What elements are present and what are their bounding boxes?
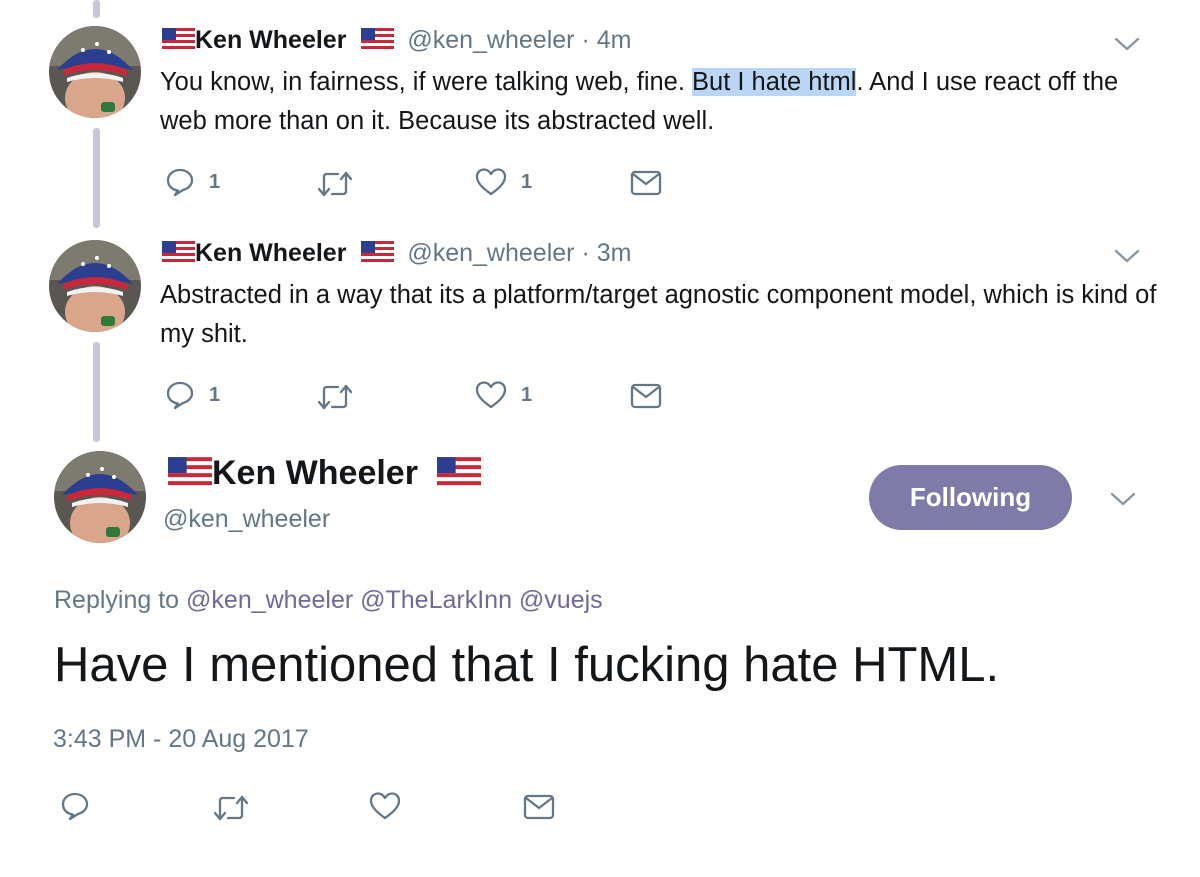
mention-link[interactable]: @ken_wheeler [186,586,353,614]
handle[interactable]: @ken_wheeler [407,26,574,54]
separator: · [581,239,590,267]
main-tweet-text: Have I mentioned that I fucking hate HTM… [54,638,1000,692]
tweet-header: Ken Wheeler @ken_wheeler · 3m [162,241,631,266]
dm-icon[interactable] [523,794,555,820]
retweet-icon[interactable] [212,794,250,822]
mention-link[interactable]: @TheLarkInn [360,586,512,614]
display-name[interactable]: Ken Wheeler [212,454,418,492]
avatar[interactable] [54,451,146,543]
chevron-down-icon[interactable] [1114,248,1140,264]
dm-icon[interactable] [630,170,662,196]
chevron-down-icon[interactable] [1114,36,1140,52]
like-icon [475,381,507,409]
reply-button[interactable]: 1 [165,380,220,410]
reply-icon[interactable] [60,790,90,822]
reply-count: 1 [209,383,221,406]
handle[interactable]: @ken_wheeler [407,239,574,267]
avatar[interactable] [49,240,141,332]
us-flag-icon [361,241,395,264]
dm-icon[interactable] [630,383,662,409]
retweet-icon[interactable] [316,170,354,198]
thread-line [93,0,100,18]
timestamp[interactable]: 4m [597,26,632,54]
tweet-text: You know, in fairness, if were talking w… [160,68,1119,135]
like-icon [475,168,507,196]
reply-icon [166,381,194,410]
retweet-icon[interactable] [316,383,354,411]
us-flag-icon [162,28,195,51]
reply-count: 1 [209,170,221,193]
tweet-timestamp[interactable]: 3:43 PM - 20 Aug 2017 [53,725,309,754]
reply-button[interactable]: 1 [165,167,220,197]
like-count: 1 [521,170,533,193]
us-flag-icon [162,241,195,264]
main-display-name-line: Ken Wheeler [168,454,482,492]
us-flag-icon [168,457,212,488]
thread-line [93,342,100,442]
separator: · [581,26,590,54]
us-flag-icon [437,457,482,488]
mention-link[interactable]: @vuejs [519,586,603,614]
display-name[interactable]: Ken Wheeler [195,239,346,267]
handle[interactable]: @ken_wheeler [163,505,330,534]
avatar[interactable] [49,26,141,118]
reply-icon [166,168,194,197]
timestamp[interactable]: 3m [597,239,632,267]
tweet-text: Abstracted in a way that its a platform/… [160,281,1157,348]
us-flag-icon [361,28,395,51]
following-button[interactable]: Following [869,465,1072,530]
like-count: 1 [521,383,533,406]
tweet-header: Ken Wheeler @ken_wheeler · 4m [162,28,631,53]
like-button[interactable]: 1 [475,167,532,197]
chevron-down-icon[interactable] [1110,491,1136,507]
like-button[interactable]: 1 [475,380,532,410]
highlighted-text: But I hate html [692,68,857,96]
like-icon[interactable] [369,791,401,821]
thread-line [93,128,100,228]
display-name[interactable]: Ken Wheeler [195,26,346,54]
replying-to: Replying to @ken_wheeler @TheLarkInn @vu… [54,586,603,614]
